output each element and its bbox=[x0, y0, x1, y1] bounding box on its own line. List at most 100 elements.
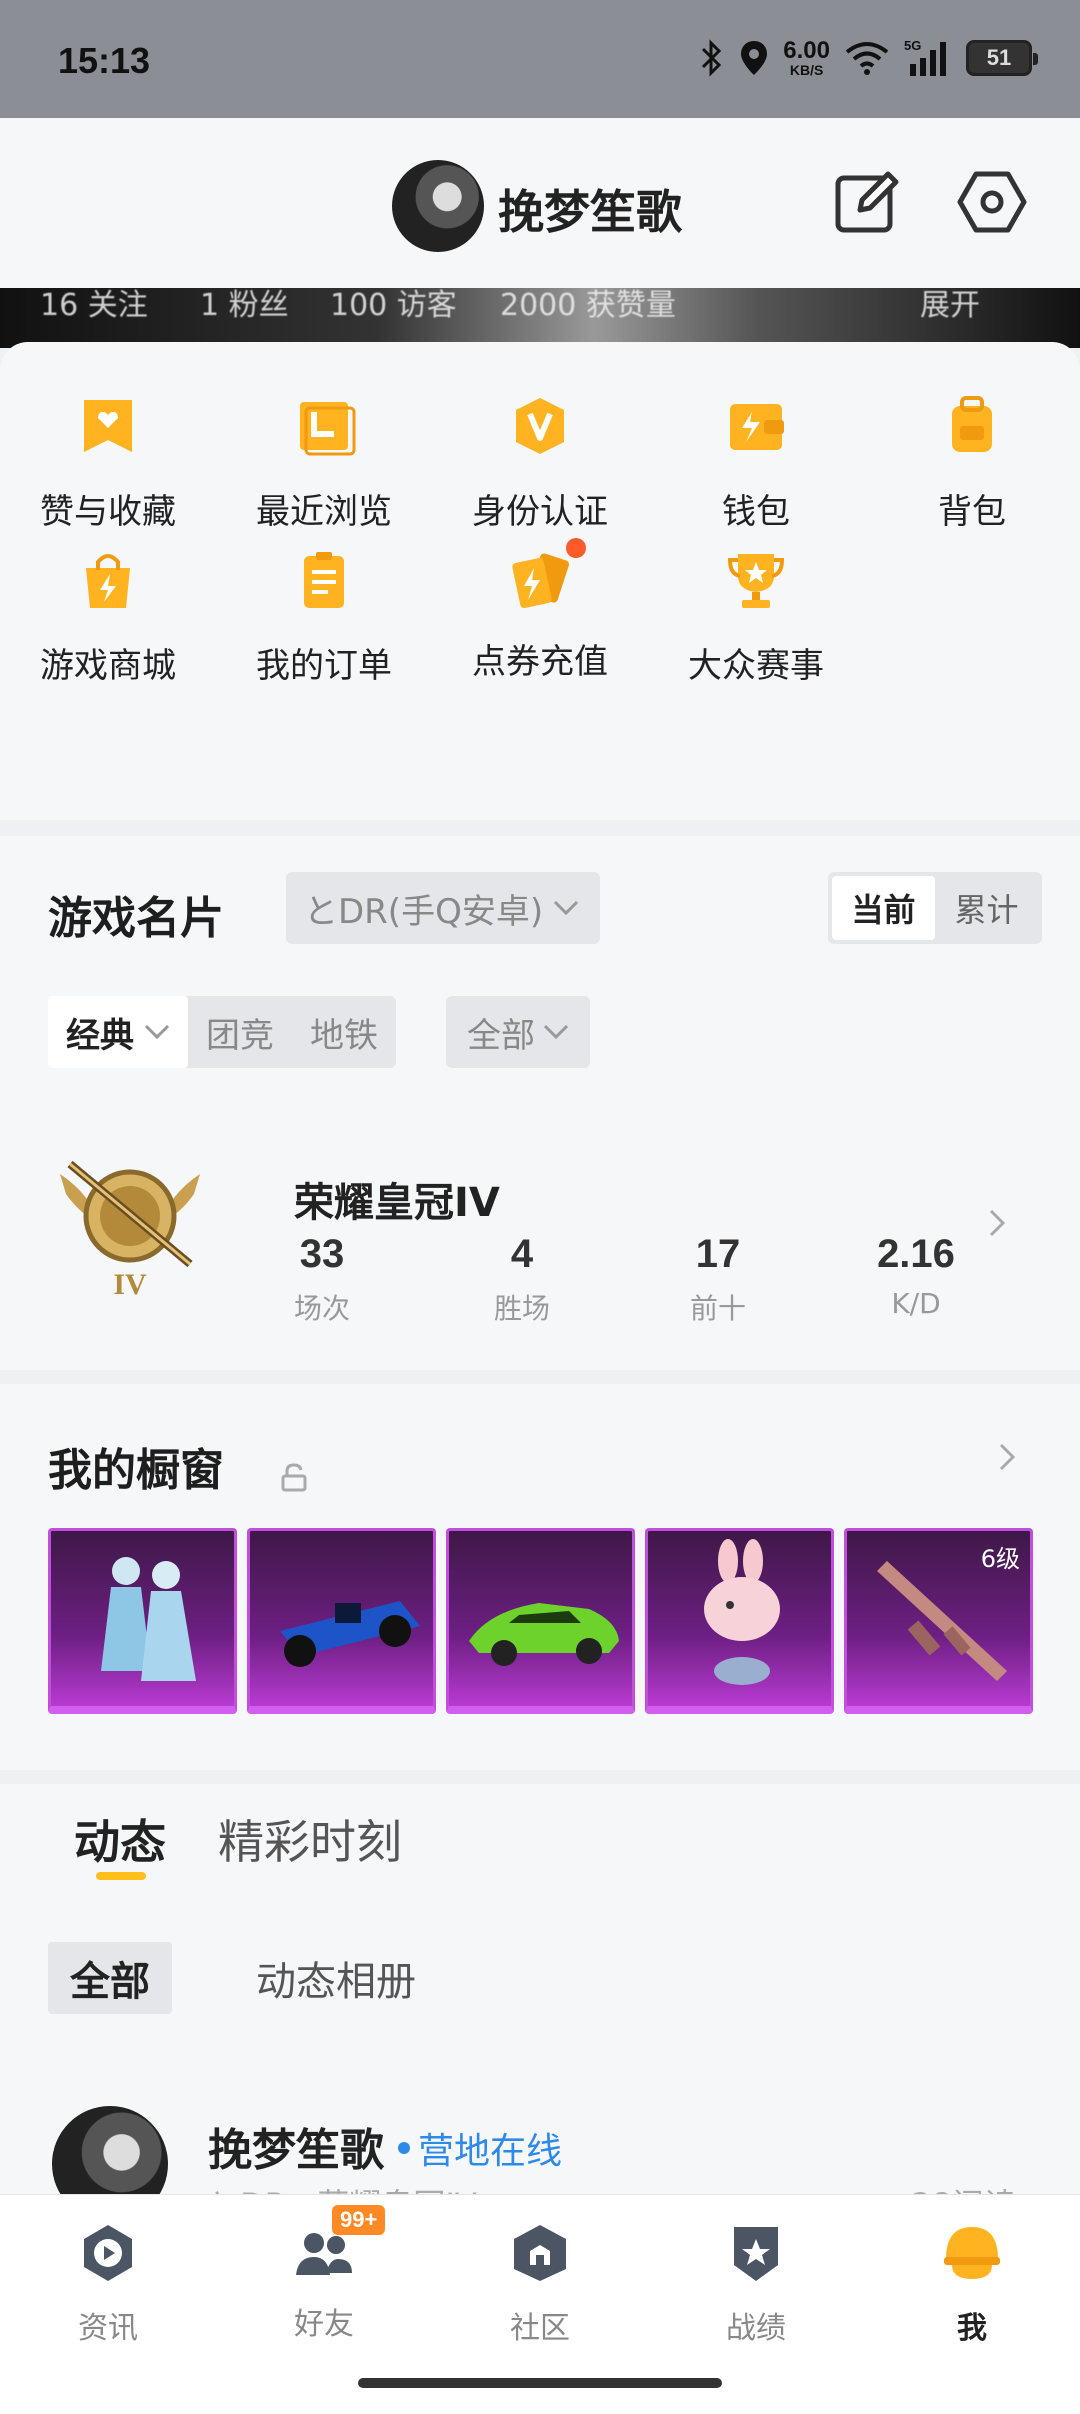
race-kart-icon bbox=[280, 1601, 420, 1667]
stat-wins: 4 胜场 bbox=[493, 1232, 550, 1325]
game-card-title: 游戏名片 bbox=[48, 893, 224, 944]
outfit-figure-icon bbox=[101, 1557, 196, 1681]
friends-badge: 99+ bbox=[332, 2205, 386, 2235]
showcase-item-sports-car[interactable] bbox=[446, 1528, 635, 1714]
feed-section: 动态 精彩时刻 全部 动态相册 挽梦笙歌 营地在线 とDR · 荣耀皇冠IV 2… bbox=[0, 1784, 1080, 2224]
online-dot-icon bbox=[398, 2142, 410, 2154]
helmet-icon bbox=[944, 2227, 1000, 2279]
showcase-item-rifle[interactable]: 6级 bbox=[844, 1528, 1033, 1714]
filter-all-dropdown[interactable]: 全部 bbox=[446, 996, 590, 1068]
service-recent-views[interactable]: 最近浏览 bbox=[216, 394, 432, 533]
news-play-icon bbox=[84, 2225, 132, 2281]
showcase-item-kart[interactable] bbox=[247, 1528, 436, 1714]
order-icon bbox=[304, 552, 344, 608]
subtab-album[interactable]: 动态相册 bbox=[234, 1942, 438, 2014]
chevron-down-icon bbox=[144, 1024, 170, 1040]
follow-count[interactable]: 16 关注 bbox=[40, 288, 148, 324]
nav-records[interactable]: 战绩 bbox=[648, 2221, 864, 2347]
nav-me[interactable]: 我 bbox=[864, 2221, 1080, 2347]
showcase-chevron-icon[interactable] bbox=[992, 1442, 1022, 1472]
battery-indicator: 51 bbox=[966, 40, 1038, 76]
post-author-name[interactable]: 挽梦笙歌 bbox=[208, 2114, 384, 2178]
rank-tier-numeral: IV bbox=[113, 1268, 147, 1301]
community-icon bbox=[514, 2225, 566, 2281]
service-public-events[interactable]: 大众赛事 bbox=[648, 548, 864, 687]
account-dropdown-label: とDR(手Q安卓) bbox=[304, 891, 544, 932]
service-backpack[interactable]: 背包 bbox=[864, 394, 1080, 533]
wifi-icon bbox=[845, 42, 889, 75]
sports-car-icon bbox=[469, 1603, 619, 1666]
service-wallet[interactable]: 钱包 bbox=[648, 394, 864, 533]
profile-stats-banner: 16 关注 1 粉丝 100 访客 2000 获赞量 展开 bbox=[0, 288, 1080, 348]
settings-button[interactable] bbox=[956, 166, 1028, 238]
subtab-all[interactable]: 全部 bbox=[48, 1942, 172, 2014]
history-icon bbox=[300, 402, 356, 456]
tab-highlights[interactable]: 精彩时刻 bbox=[218, 1806, 402, 1872]
account-dropdown[interactable]: とDR(手Q安卓) bbox=[286, 872, 600, 944]
toggle-current[interactable]: 当前 bbox=[832, 876, 935, 940]
voucher-icon bbox=[512, 553, 570, 609]
service-label: 最近浏览 bbox=[256, 492, 392, 532]
showcase-title: 我的橱窗 bbox=[48, 1445, 224, 1496]
current-total-toggle: 当前 累计 bbox=[828, 872, 1042, 944]
net-speed: 6.00 KB/S bbox=[783, 37, 830, 78]
signal-type-label: 5G bbox=[904, 38, 921, 53]
rank-name: 荣耀皇冠IV bbox=[294, 1180, 500, 1226]
shop-bag-icon bbox=[86, 554, 130, 608]
unlock-icon[interactable] bbox=[280, 1462, 308, 1492]
visitor-count[interactable]: 100 访客 bbox=[330, 288, 457, 324]
service-game-shop[interactable]: 游戏商城 bbox=[0, 548, 216, 687]
mode-metro[interactable]: 地铁 bbox=[292, 996, 396, 1068]
likes-count: 2000 获赞量 bbox=[500, 288, 676, 323]
showcase-items: 6级 bbox=[48, 1528, 1033, 1714]
service-voucher-recharge[interactable]: 点券充值 bbox=[432, 538, 648, 683]
service-likes-favorites[interactable]: 赞与收藏 bbox=[0, 394, 216, 533]
expand-link[interactable]: 展开 bbox=[920, 288, 980, 324]
edit-profile-button[interactable] bbox=[832, 166, 904, 238]
cellular-signal-icon: 5G bbox=[904, 38, 946, 76]
trophy-icon bbox=[727, 554, 785, 608]
mode-classic-dropdown[interactable]: 经典 bbox=[48, 996, 188, 1068]
nav-friends[interactable]: 99+ 好友 bbox=[216, 2205, 432, 2343]
header-avatar[interactable] bbox=[392, 160, 484, 252]
service-label: 身份认证 bbox=[472, 492, 608, 532]
location-icon bbox=[741, 41, 768, 75]
stat-top10: 17 前十 bbox=[689, 1232, 746, 1325]
status-icons: 6.00 KB/S 5G 51 bbox=[699, 37, 1038, 78]
rifle-icon bbox=[877, 1561, 1007, 1681]
tab-dynamics[interactable]: 动态 bbox=[74, 1806, 166, 1872]
bluetooth-icon bbox=[702, 39, 722, 77]
service-label: 背包 bbox=[938, 492, 1006, 532]
showcase-item-outfit[interactable] bbox=[48, 1528, 237, 1714]
stat-kd: 2.16 K/D bbox=[877, 1232, 955, 1320]
notification-dot bbox=[566, 538, 586, 558]
fans-count[interactable]: 1 粉丝 bbox=[200, 288, 289, 324]
stat-matches: 33 场次 bbox=[293, 1232, 350, 1325]
service-label: 大众赛事 bbox=[688, 646, 824, 686]
record-star-icon bbox=[734, 2227, 778, 2281]
mode-team-deathmatch[interactable]: 团竞 bbox=[188, 996, 292, 1068]
nav-news[interactable]: 资讯 bbox=[0, 2221, 216, 2347]
showcase-item-bunny[interactable] bbox=[645, 1528, 834, 1714]
backpack-icon bbox=[952, 396, 992, 452]
online-status: 营地在线 bbox=[398, 2122, 562, 2174]
service-label: 赞与收藏 bbox=[40, 492, 176, 532]
showcase-section: 我的橱窗 6级 bbox=[0, 1384, 1080, 1770]
toggle-total[interactable]: 累计 bbox=[935, 876, 1038, 940]
service-my-orders[interactable]: 我的订单 bbox=[216, 548, 432, 687]
chevron-down-icon bbox=[554, 900, 579, 916]
services-card: 赞与收藏 最近浏览 身份认证 钱包 背包 游戏商城 我的订单 点券充值 大众赛事 bbox=[0, 342, 1080, 820]
chevron-down-icon bbox=[543, 1024, 569, 1040]
active-tab-indicator bbox=[96, 1872, 146, 1880]
home-indicator[interactable] bbox=[358, 2378, 722, 2388]
heart-bookmark-icon bbox=[84, 400, 132, 452]
nav-community[interactable]: 社区 bbox=[432, 2221, 648, 2347]
service-label: 钱包 bbox=[722, 492, 790, 532]
service-identity-verify[interactable]: 身份认证 bbox=[432, 394, 648, 533]
bunny-icon bbox=[704, 1539, 780, 1685]
clock: 15:13 bbox=[58, 40, 151, 81]
mode-tabs: 经典 团竞 地铁 bbox=[48, 996, 396, 1068]
rank-detail-chevron-icon[interactable] bbox=[982, 1208, 1012, 1238]
profile-header: 挽梦笙歌 bbox=[0, 118, 1080, 288]
game-card-section: 游戏名片 とDR(手Q安卓) 当前 累计 经典 团竞 地铁 全部 IV 荣耀皇冠… bbox=[0, 836, 1080, 1370]
